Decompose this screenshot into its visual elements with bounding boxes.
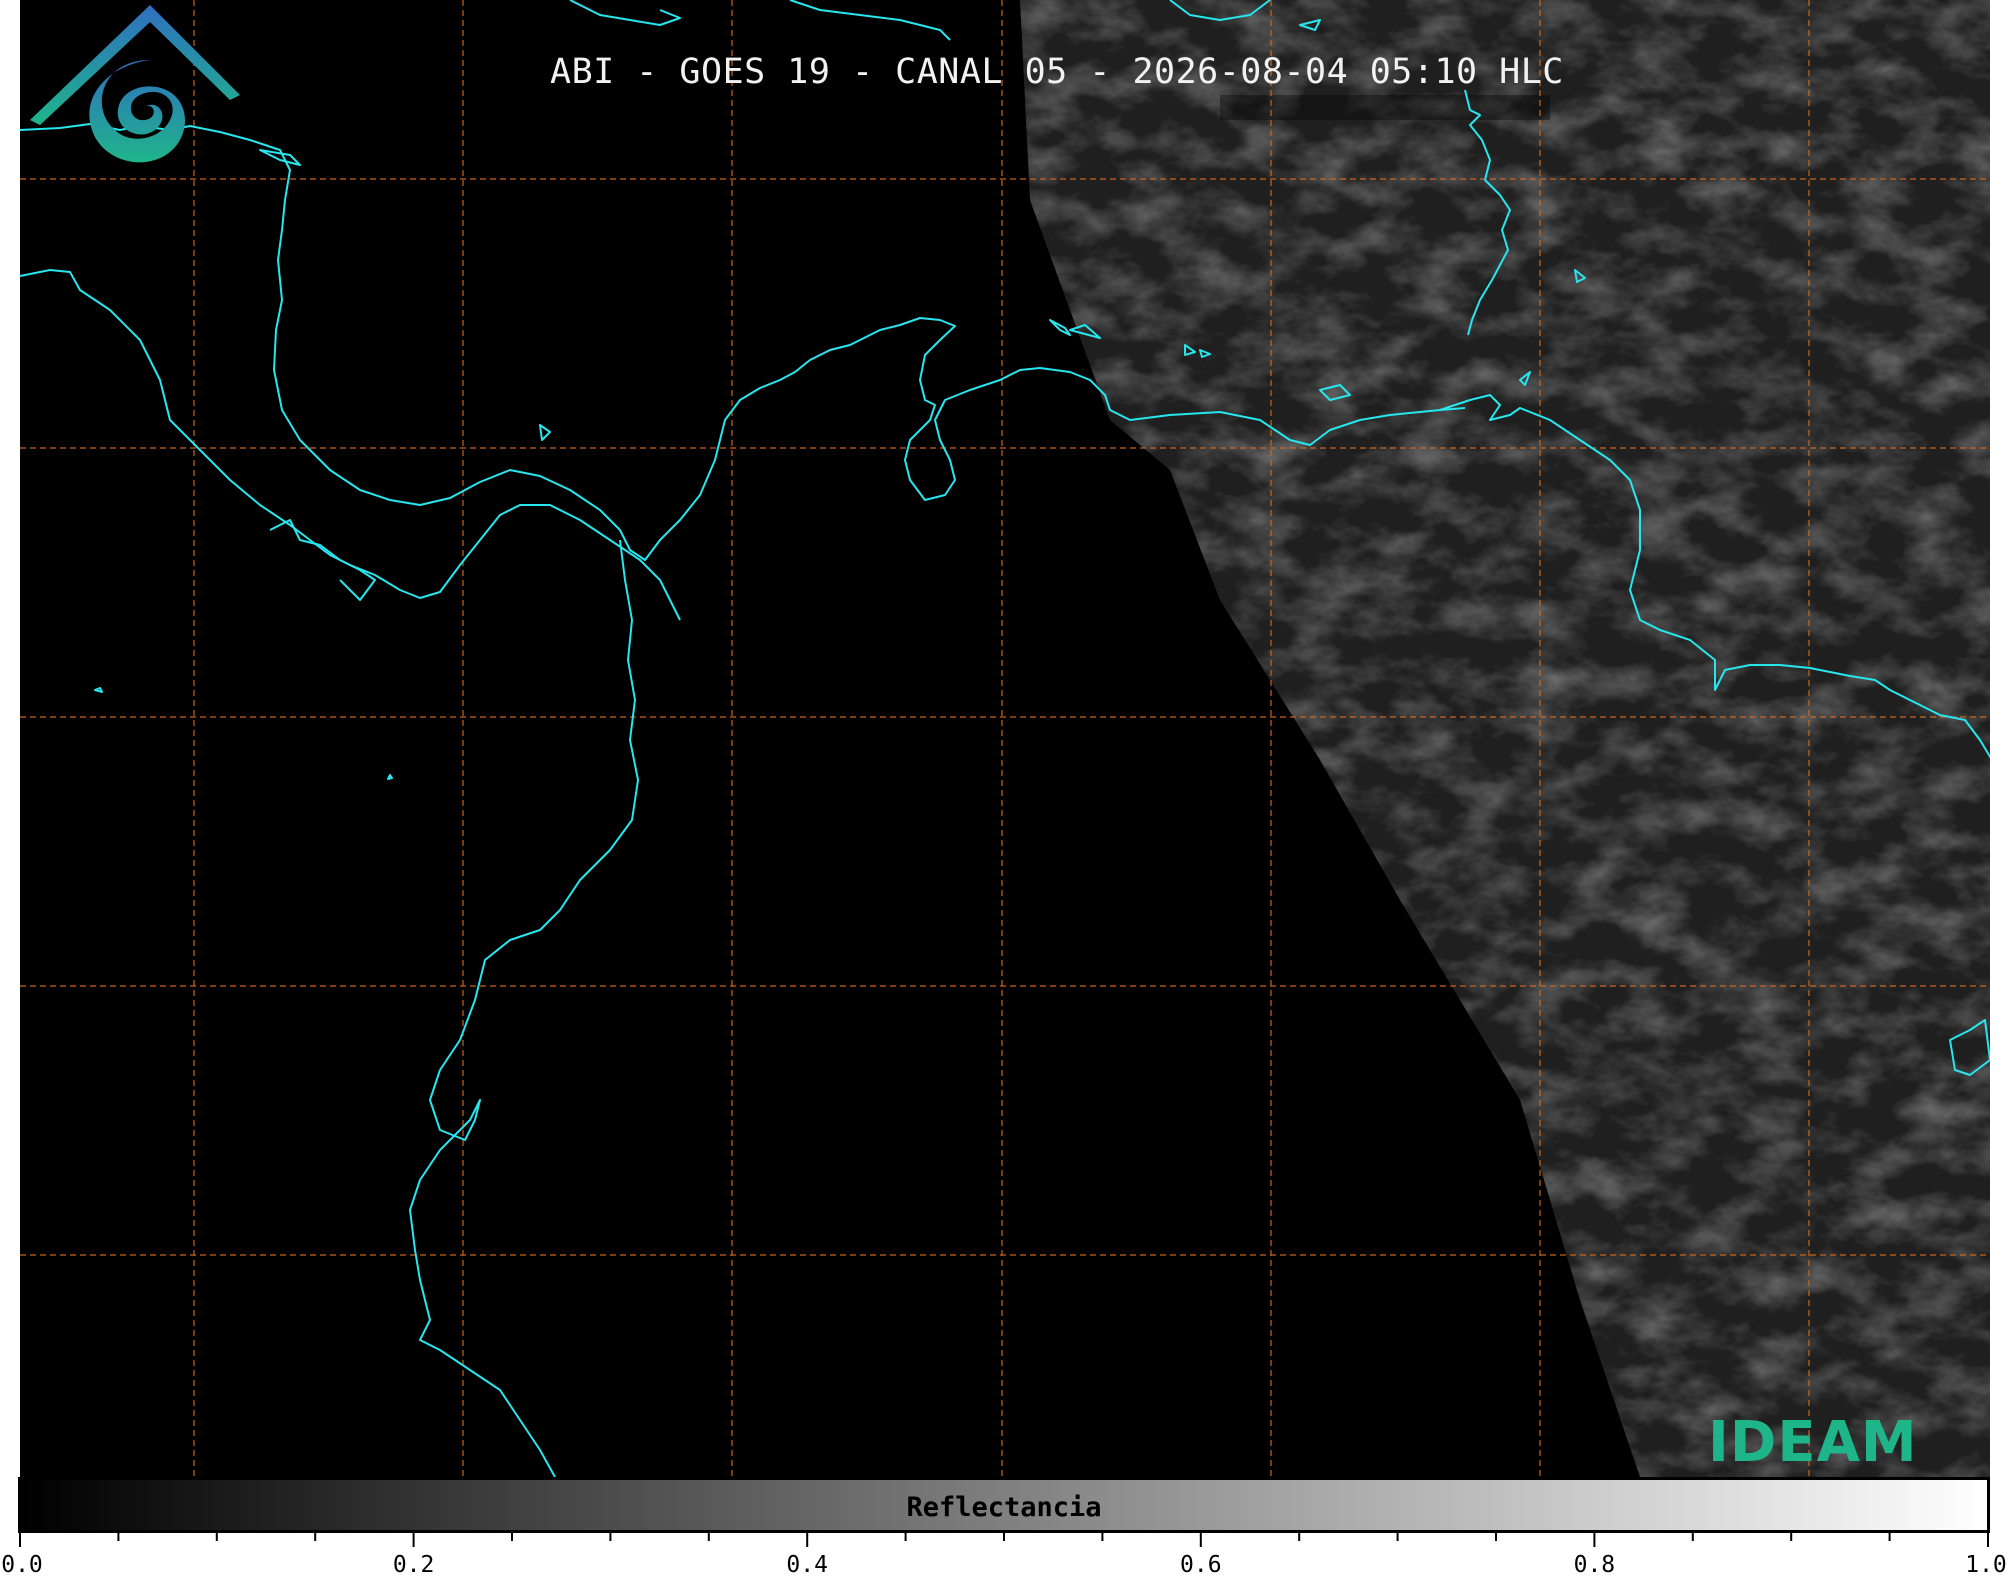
colorbar-tick-label: 0.8 — [1573, 1552, 1616, 1578]
satellite-imagery — [20, 0, 1990, 1477]
colorbar-tick-label: 0.2 — [392, 1552, 435, 1578]
logo-text: IDEAM — [1708, 1410, 1918, 1475]
colorbar-tick-label: 1.0 — [1965, 1552, 2007, 1578]
colorbar-ticks — [19, 1533, 1989, 1547]
colorbar-label: Reflectancia — [906, 1492, 1102, 1523]
colorbar-tick-label: 0.0 — [1, 1552, 43, 1578]
satellite-map: ABI - GOES 19 - CANAL 05 - 2026-08-04 05… — [20, 0, 1990, 1477]
colorbar-tick-label: 0.6 — [1180, 1552, 1222, 1578]
ideam-logo — [30, 5, 240, 163]
colorbar-tick-label: 0.4 — [786, 1552, 828, 1578]
colorbar: Reflectancia — [18, 1477, 1990, 1533]
image-title: ABI - GOES 19 - CANAL 05 - 2026-08-04 05… — [550, 52, 1564, 92]
